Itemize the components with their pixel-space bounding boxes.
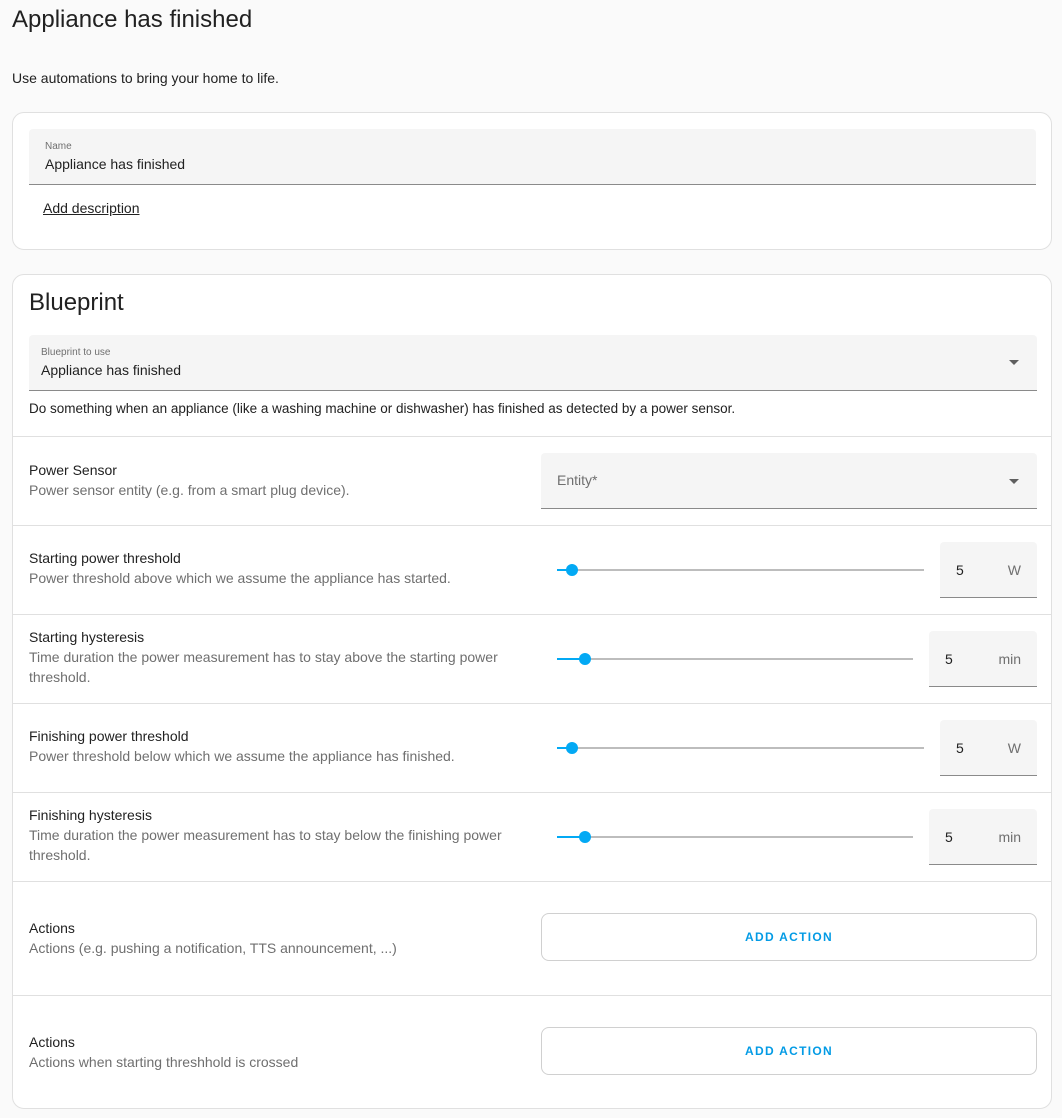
input-description: Power threshold below which we assume th… xyxy=(29,748,455,764)
number-input[interactable]: 5 min xyxy=(929,809,1037,865)
number-input[interactable]: 5 W xyxy=(940,542,1037,598)
add-description-link[interactable]: Add description xyxy=(43,200,140,216)
number-value[interactable]: 5 xyxy=(956,740,964,756)
slider-thumb[interactable] xyxy=(579,653,591,665)
input-title: Starting power threshold xyxy=(29,550,181,566)
name-card: Name Appliance has finished Add descript… xyxy=(12,112,1052,250)
input-row-starting-hysteresis: Starting hysteresis Time duration the po… xyxy=(13,615,1051,703)
input-title: Actions xyxy=(29,1034,75,1050)
number-value[interactable]: 5 xyxy=(945,829,953,845)
input-row-finishing-threshold: Finishing power threshold Power threshol… xyxy=(13,704,1051,792)
slider[interactable] xyxy=(557,653,913,665)
number-unit: min xyxy=(998,829,1021,845)
chevron-down-icon[interactable] xyxy=(1009,360,1019,365)
input-title: Power Sensor xyxy=(29,462,117,478)
entity-placeholder: Entity* xyxy=(557,472,598,488)
input-row-starting-threshold: Starting power threshold Power threshold… xyxy=(13,526,1051,614)
blueprint-heading: Blueprint xyxy=(29,289,124,316)
blueprint-select[interactable]: Blueprint to use Appliance has finished xyxy=(29,335,1037,391)
input-description: Power threshold above which we assume th… xyxy=(29,570,451,586)
input-title: Finishing hysteresis xyxy=(29,807,152,823)
number-unit: min xyxy=(998,651,1021,667)
blueprint-description: Do something when an appliance (like a w… xyxy=(29,401,736,416)
add-action-label: ADD ACTION xyxy=(745,1044,833,1058)
input-description: Time duration the power measurement has … xyxy=(29,827,502,863)
slider-thumb[interactable] xyxy=(579,831,591,843)
slider[interactable] xyxy=(557,564,924,576)
blueprint-select-label: Blueprint to use xyxy=(41,347,111,358)
input-title: Actions xyxy=(29,920,75,936)
chevron-down-icon[interactable] xyxy=(1009,479,1019,484)
input-row-power-sensor: Power Sensor Power sensor entity (e.g. f… xyxy=(13,437,1051,525)
page-intro: Use automations to bring your home to li… xyxy=(12,70,279,86)
add-action-button[interactable]: ADD ACTION xyxy=(541,913,1037,961)
slider-thumb[interactable] xyxy=(566,742,578,754)
page-title: Appliance has finished xyxy=(12,6,253,33)
add-action-button[interactable]: ADD ACTION xyxy=(541,1027,1037,1075)
slider-thumb[interactable] xyxy=(566,564,578,576)
blueprint-select-value: Appliance has finished xyxy=(41,362,182,378)
input-description: Actions (e.g. pushing a notification, TT… xyxy=(29,940,397,956)
blueprint-card: Blueprint Blueprint to use Appliance has… xyxy=(12,274,1052,1109)
number-unit: W xyxy=(1007,562,1021,578)
name-field[interactable]: Name Appliance has finished xyxy=(29,129,1036,185)
input-description: Actions when starting threshhold is cros… xyxy=(29,1054,299,1070)
input-row-finishing-hysteresis: Finishing hysteresis Time duration the p… xyxy=(13,793,1051,881)
name-field-label: Name xyxy=(45,141,72,152)
number-input[interactable]: 5 W xyxy=(940,720,1037,776)
add-action-label: ADD ACTION xyxy=(745,930,833,944)
number-input[interactable]: 5 min xyxy=(929,631,1037,687)
input-title: Finishing power threshold xyxy=(29,728,189,744)
input-description: Time duration the power measurement has … xyxy=(29,649,498,685)
number-value[interactable]: 5 xyxy=(945,651,953,667)
number-unit: W xyxy=(1007,740,1021,756)
input-description: Power sensor entity (e.g. from a smart p… xyxy=(29,482,350,498)
input-title: Starting hysteresis xyxy=(29,629,145,645)
number-value[interactable]: 5 xyxy=(956,562,964,578)
input-row-actions: Actions Actions (e.g. pushing a notifica… xyxy=(13,882,1051,995)
name-field-value[interactable]: Appliance has finished xyxy=(45,156,185,172)
slider[interactable] xyxy=(557,831,913,843)
entity-select[interactable]: Entity* xyxy=(541,453,1037,509)
slider[interactable] xyxy=(557,742,924,754)
input-row-pre-actions: Actions Actions when starting threshhold… xyxy=(13,996,1051,1109)
